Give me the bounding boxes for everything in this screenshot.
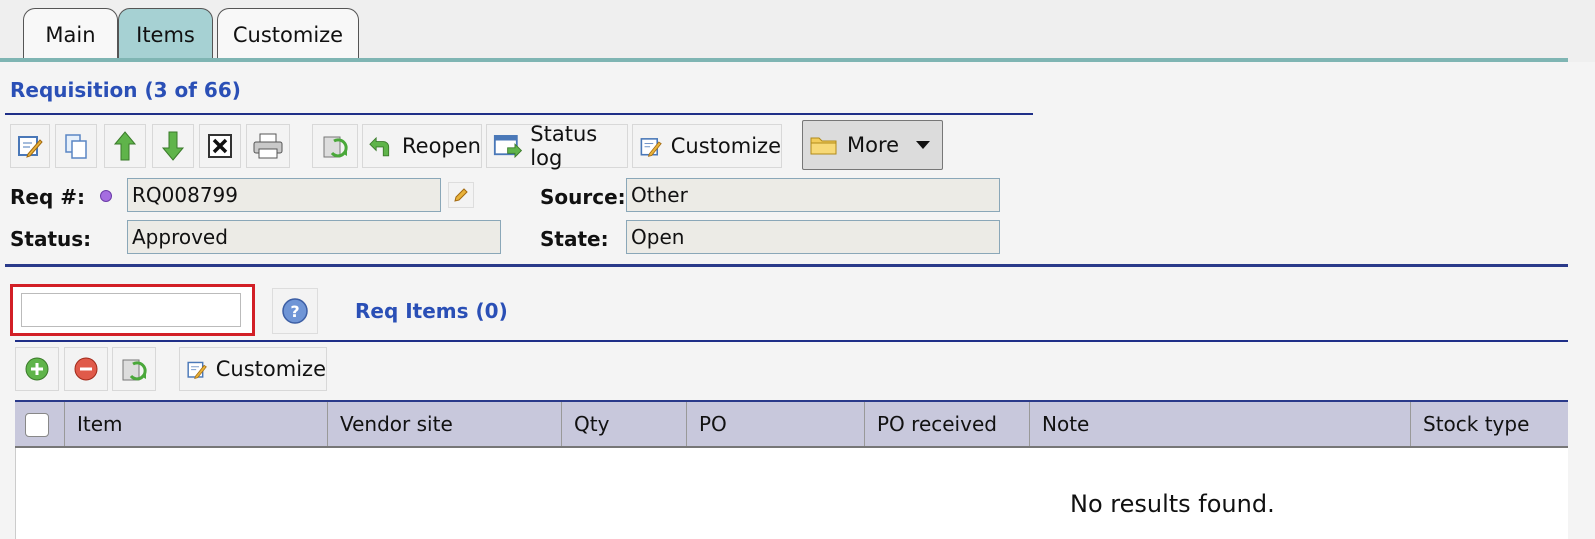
req-number-label: Req #: xyxy=(10,185,85,209)
tab-items-label: Items xyxy=(136,22,195,47)
printer-icon xyxy=(253,133,283,159)
tab-main-label: Main xyxy=(45,22,96,47)
column-header-qty[interactable]: Qty xyxy=(562,402,687,446)
folder-icon xyxy=(810,137,837,155)
column-header-item[interactable]: Item xyxy=(65,402,328,446)
undo-arrow-icon xyxy=(369,136,390,157)
remove-item-button[interactable] xyxy=(64,347,108,391)
customize-icon xyxy=(640,138,662,157)
tab-main[interactable]: Main xyxy=(23,8,118,60)
move-down-button[interactable] xyxy=(152,124,194,168)
tab-items[interactable]: Items xyxy=(118,8,213,60)
items-customize-button[interactable]: Customize xyxy=(179,347,327,391)
state-field[interactable]: Open xyxy=(626,220,1000,254)
edit-button[interactable] xyxy=(10,124,50,168)
reopen-button[interactable]: Reopen xyxy=(362,124,482,168)
print-button[interactable] xyxy=(246,124,290,168)
search-input[interactable] xyxy=(21,293,241,327)
copy-button[interactable] xyxy=(55,124,97,168)
title-divider xyxy=(5,113,1033,115)
copy-icon xyxy=(65,134,87,159)
grid-header: Item Vendor site Qty PO PO received Note… xyxy=(15,400,1568,448)
refresh-icon xyxy=(122,359,147,381)
arrow-up-icon xyxy=(113,131,137,161)
status-label: Status: xyxy=(10,227,92,251)
move-up-button[interactable] xyxy=(104,124,146,168)
source-label: Source: xyxy=(540,185,626,209)
more-label: More xyxy=(847,133,900,157)
column-header-note[interactable]: Note xyxy=(1030,402,1411,446)
help-icon: ? xyxy=(282,298,308,324)
empty-results-message: No results found. xyxy=(1070,490,1275,518)
status-log-icon xyxy=(493,135,523,159)
tab-underline xyxy=(0,58,1568,62)
help-button[interactable]: ? xyxy=(272,288,318,334)
items-divider xyxy=(15,340,1568,342)
section-divider xyxy=(5,264,1568,267)
req-number-field[interactable]: RQ008799 xyxy=(127,178,441,212)
minus-circle-icon xyxy=(74,357,98,381)
column-header-po[interactable]: PO xyxy=(687,402,865,446)
state-label: State: xyxy=(540,227,609,251)
source-field[interactable]: Other xyxy=(626,178,1000,212)
refresh-icon xyxy=(323,136,348,158)
tab-customize[interactable]: Customize xyxy=(217,8,359,60)
edit-req-number-button[interactable] xyxy=(448,182,474,208)
svg-text:?: ? xyxy=(290,302,299,321)
customize-icon xyxy=(187,361,207,379)
select-all-cell xyxy=(15,402,65,446)
arrow-down-icon xyxy=(161,131,185,161)
tab-customize-label: Customize xyxy=(232,22,344,47)
required-dot-icon xyxy=(100,190,112,202)
column-header-po-received[interactable]: PO received xyxy=(865,402,1030,446)
chevron-down-icon xyxy=(916,141,931,149)
refresh-button[interactable] xyxy=(312,124,358,168)
search-highlight xyxy=(10,284,255,336)
column-header-stock-type[interactable]: Stock type xyxy=(1411,402,1568,446)
refresh-items-button[interactable] xyxy=(112,347,156,391)
add-item-button[interactable] xyxy=(15,347,59,391)
reopen-label: Reopen xyxy=(402,134,481,158)
plus-circle-icon xyxy=(25,357,49,381)
status-log-button[interactable]: Status log xyxy=(486,122,628,170)
delete-button[interactable] xyxy=(199,124,241,168)
close-box-icon xyxy=(208,134,232,158)
pencil-icon xyxy=(454,188,468,202)
page-title: Requisition (3 of 66) xyxy=(10,78,241,102)
customize-button[interactable]: Customize xyxy=(632,124,782,168)
items-customize-label: Customize xyxy=(215,357,326,381)
edit-icon xyxy=(18,136,43,158)
status-field[interactable]: Approved xyxy=(127,220,501,254)
req-items-title: Req Items (0) xyxy=(355,299,508,323)
more-dropdown[interactable]: More xyxy=(802,120,943,170)
select-all-checkbox[interactable] xyxy=(25,413,49,437)
customize-label: Customize xyxy=(670,134,781,158)
column-header-vendor-site[interactable]: Vendor site xyxy=(328,402,562,446)
status-log-label: Status log xyxy=(530,122,598,170)
grid-body xyxy=(15,448,1568,539)
